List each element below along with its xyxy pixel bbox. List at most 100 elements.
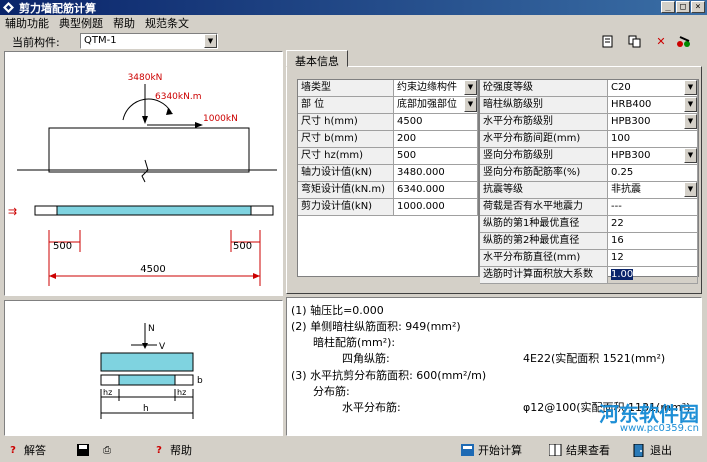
start-calc-label: 开始计算 — [478, 444, 522, 457]
question-icon: ? — [156, 444, 162, 456]
left-param-value: 200 — [397, 133, 417, 144]
chevron-down-icon[interactable]: ▼ — [464, 97, 477, 112]
left-param-select[interactable]: 约束边缘构件 ▼ — [394, 80, 478, 97]
right-param-value-field[interactable]: 1.00 — [608, 267, 698, 284]
section-hz1-label: hz — [103, 388, 112, 397]
menu-help[interactable]: 帮助 — [108, 15, 140, 31]
left-param-value: 底部加强部位 — [397, 99, 457, 110]
left-param-row: 尺寸 h(mm) 4500 — [298, 114, 478, 131]
right-param-row: 水平分布筋直径(mm) 12 — [480, 250, 698, 267]
start-calc-button[interactable]: 开始计算 — [460, 442, 522, 458]
dim-total: 4500 — [140, 264, 165, 275]
right-param-value: 22 — [611, 218, 624, 229]
result-line-6: 分布筋: — [313, 385, 350, 398]
help-button[interactable]: ? 帮助 — [152, 442, 192, 458]
left-param-label: 尺寸 b(mm) — [298, 131, 394, 148]
right-param-value-field[interactable]: 100 — [608, 131, 698, 148]
new-file-icon[interactable] — [600, 34, 614, 48]
solution-button[interactable]: ? 解答 — [6, 442, 46, 458]
tab-basic-info[interactable]: 基本信息 — [286, 50, 348, 68]
close-button[interactable]: × — [691, 1, 705, 13]
app-icon — [2, 1, 15, 14]
right-param-value-field[interactable]: --- — [608, 199, 698, 216]
dim-left: 500 — [53, 241, 72, 252]
delete-icon[interactable]: ✕ — [654, 34, 668, 48]
right-param-select[interactable]: C20 ▼ — [608, 80, 698, 97]
right-param-value-field[interactable]: 22 — [608, 216, 698, 233]
right-param-value-field[interactable]: 16 — [608, 233, 698, 250]
right-param-label: 纵筋的第1种最优直径 — [480, 216, 608, 233]
exit-door-icon — [632, 443, 646, 457]
left-param-value-field[interactable]: 200 — [394, 131, 478, 148]
right-param-label: 竖向分布筋级别 — [480, 148, 608, 165]
left-param-label: 剪力设计值(kN) — [298, 199, 394, 216]
left-param-label: 弯矩设计值(kN.m) — [298, 182, 394, 199]
toolbar: 当前构件: QTM-1 ▼ ✕ — [0, 31, 707, 51]
tools-icon[interactable] — [676, 34, 690, 48]
chevron-down-icon[interactable]: ▼ — [464, 80, 477, 95]
help-label: 帮助 — [170, 444, 192, 457]
app-window: 剪力墙配筋计算 _ □ × 辅助功能 典型例题 帮助 规范条文 当前构件: QT… — [0, 0, 707, 462]
right-param-row: 暗柱纵筋级别 HRB400 ▼ — [480, 97, 698, 114]
right-param-label: 暗柱纵筋级别 — [480, 97, 608, 114]
right-param-value-field[interactable]: 0.25 — [608, 165, 698, 182]
help-question-icon: ? — [10, 444, 16, 456]
save-button[interactable] — [76, 442, 90, 458]
right-param-row: 水平分布筋级别 HPB300 ▼ — [480, 114, 698, 131]
chevron-down-icon[interactable]: ▼ — [684, 114, 697, 129]
chevron-down-icon[interactable]: ▼ — [684, 80, 697, 95]
result-line-4-label: 四角纵筋: — [342, 352, 390, 365]
left-param-row: 部 位底部加强部位 ▼ — [298, 97, 478, 114]
solution-label: 解答 — [24, 444, 46, 457]
left-param-value: 约束边缘构件 — [397, 82, 457, 93]
right-param-value-field[interactable]: 12 — [608, 250, 698, 267]
left-param-value-field[interactable]: 6340.000 — [394, 182, 478, 199]
right-param-label: 竖向分布筋配筋率(%) — [480, 165, 608, 182]
result-line-7-label: 水平分布筋: — [342, 401, 401, 414]
result-line-4-value: 4E22(实配面积 1521(mm²) — [523, 352, 666, 365]
book-icon — [548, 443, 562, 457]
copy-icon[interactable] — [627, 34, 641, 48]
load-n-label: 3480kN — [128, 73, 163, 83]
right-param-row: 纵筋的第2种最优直径 16 — [480, 233, 698, 250]
right-param-row: 砼强度等级 C20 ▼ — [480, 80, 698, 97]
result-line-3: 暗柱配筋(mm²): — [313, 336, 396, 349]
right-param-label: 水平分布筋级别 — [480, 114, 608, 131]
chevron-down-icon[interactable]: ▼ — [684, 148, 697, 163]
right-param-value: 16 — [611, 235, 624, 246]
right-param-select[interactable]: HRB400 ▼ — [608, 97, 698, 114]
right-param-select[interactable]: 非抗震 ▼ — [608, 182, 698, 199]
print-button[interactable]: ⎙ — [100, 442, 114, 458]
section-n-label: N — [148, 324, 155, 334]
menu-examples[interactable]: 典型例题 — [54, 15, 108, 31]
left-param-value-field[interactable]: 500 — [394, 148, 478, 165]
right-param-label: 水平分布筋间距(mm) — [480, 131, 608, 148]
right-param-value: HRB400 — [611, 99, 652, 110]
menu-assist[interactable]: 辅助功能 — [0, 15, 54, 31]
right-param-row: 纵筋的第1种最优直径 22 — [480, 216, 698, 233]
left-param-label: 墙类型 — [298, 80, 394, 97]
left-param-select[interactable]: 底部加强部位 ▼ — [394, 97, 478, 114]
left-param-row: 轴力设计值(kN) 3480.000 — [298, 165, 478, 182]
maximize-button[interactable]: □ — [676, 1, 690, 13]
view-results-button[interactable]: 结果查看 — [548, 442, 610, 458]
chevron-down-icon[interactable]: ▼ — [684, 97, 697, 112]
left-param-value-field[interactable]: 4500 — [394, 114, 478, 131]
left-param-row: 弯矩设计值(kN.m) 6340.000 — [298, 182, 478, 199]
left-param-value-field[interactable]: 1000.000 — [394, 199, 478, 216]
chevron-down-icon[interactable]: ▼ — [684, 182, 697, 197]
left-param-value: 3480.000 — [397, 167, 445, 178]
minimize-button[interactable]: _ — [661, 1, 675, 13]
menu-code[interactable]: 规范条文 — [140, 15, 194, 31]
exit-button[interactable]: 退出 — [632, 442, 672, 458]
left-param-row: 墙类型 约束边缘构件 ▼ — [298, 80, 478, 97]
right-param-row: 水平分布筋间距(mm) 100 — [480, 131, 698, 148]
right-param-select[interactable]: HPB300 ▼ — [608, 114, 698, 131]
left-param-label: 部 位 — [298, 97, 394, 114]
right-param-select[interactable]: HPB300 ▼ — [608, 148, 698, 165]
left-param-value-field[interactable]: 3480.000 — [394, 165, 478, 182]
component-select[interactable]: QTM-1 ▼ — [80, 33, 218, 49]
left-param-label: 尺寸 hz(mm) — [298, 148, 394, 165]
parameters-tab-control: 基本信息 墙类型 约束边缘构件 ▼ 部 位底部加强部位 ▼ 尺寸 h(mm) 4500 尺寸 … — [286, 50, 702, 294]
chevron-down-icon[interactable]: ▼ — [204, 34, 217, 48]
